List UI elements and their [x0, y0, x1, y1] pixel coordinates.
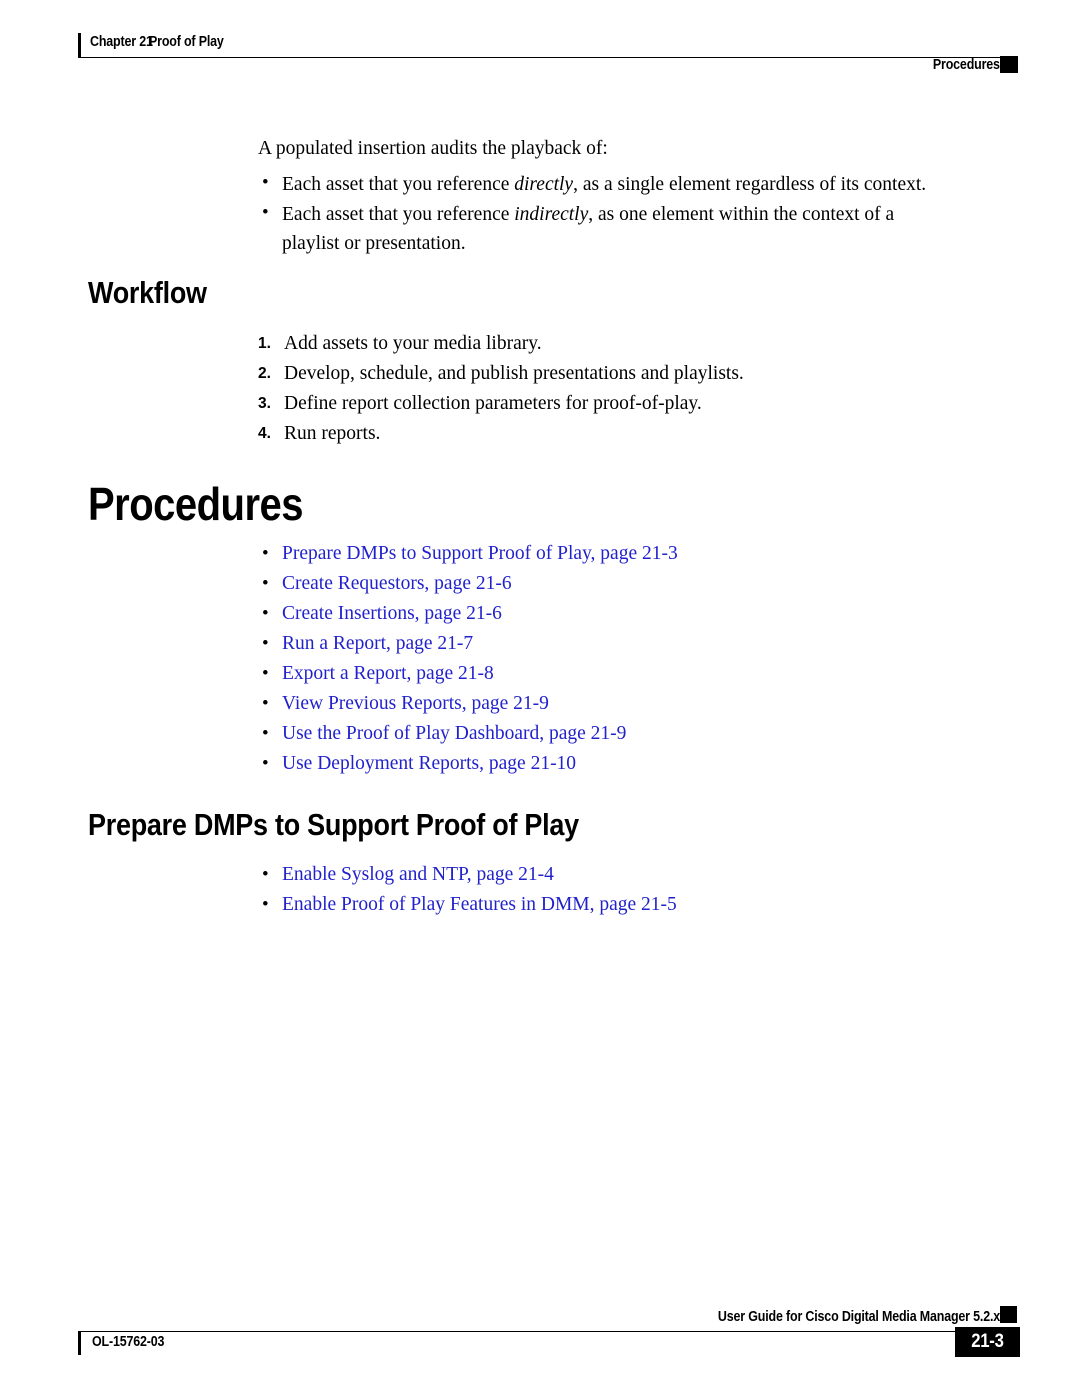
running-header: Chapter 21 Proof of Play Procedures	[0, 0, 1080, 90]
footer-page-number: 21-3	[971, 1331, 1004, 1352]
bullet-icon: •	[262, 723, 269, 744]
bullet-text-emphasis: indirectly	[514, 204, 589, 225]
bullet-icon: •	[262, 633, 269, 654]
step-number: 4.	[258, 425, 271, 442]
header-square-marker-icon	[1000, 56, 1018, 73]
list-item: • Create Insertions, page 21-6	[262, 601, 502, 627]
list-item: 2. Develop, schedule, and publish presen…	[258, 360, 958, 387]
list-item: • Enable Proof of Play Features in DMM, …	[262, 892, 677, 918]
bullet-icon: •	[262, 663, 269, 684]
step-text: Define report collection parameters for …	[284, 393, 702, 414]
xref-link-run-a-report[interactable]: Run a Report, page 21-7	[282, 631, 473, 657]
bullet-icon: •	[262, 202, 269, 223]
footer-rule	[78, 1331, 958, 1332]
bullet-icon: •	[262, 753, 269, 774]
bullet-text: Each asset that you reference directly, …	[282, 170, 926, 199]
header-chapter-title: Proof of Play	[148, 34, 224, 50]
bullet-icon: •	[262, 172, 269, 193]
list-item: • Use Deployment Reports, page 21-10	[262, 751, 576, 777]
list-item: • Run a Report, page 21-7	[262, 631, 473, 657]
document-page: Chapter 21 Proof of Play Procedures A po…	[0, 0, 1080, 1397]
footer-square-marker-icon	[1000, 1306, 1017, 1323]
xref-link-enable-pop-features-dmm[interactable]: Enable Proof of Play Features in DMM, pa…	[282, 892, 677, 918]
list-item: • Enable Syslog and NTP, page 21-4	[262, 862, 554, 888]
list-item: • Use the Proof of Play Dashboard, page …	[262, 721, 626, 747]
list-item: • Each asset that you reference directly…	[262, 170, 962, 199]
step-number: 3.	[258, 395, 271, 412]
list-item: • Each asset that you reference indirect…	[262, 200, 952, 258]
section-heading-prepare-dmps: Prepare DMPs to Support Proof of Play	[88, 807, 579, 842]
header-chapter-number: Chapter 21	[90, 34, 153, 50]
xref-link-use-deployment-reports[interactable]: Use Deployment Reports, page 21-10	[282, 751, 576, 777]
header-rule	[78, 57, 1018, 58]
bullet-icon: •	[262, 543, 269, 564]
section-heading-workflow: Workflow	[88, 275, 207, 310]
bullet-text-emphasis: directly	[514, 174, 574, 195]
bullet-text-prefix: Each asset that you reference	[282, 174, 515, 195]
page-title-procedures: Procedures	[88, 478, 304, 530]
footer-document-id: OL-15762-03	[92, 1334, 165, 1350]
bullet-text: Each asset that you reference indirectly…	[282, 200, 952, 258]
bullet-icon: •	[262, 693, 269, 714]
bullet-icon: •	[262, 864, 269, 885]
bullet-icon: •	[262, 894, 269, 915]
xref-link-create-requestors[interactable]: Create Requestors, page 21-6	[282, 571, 512, 597]
header-section-marker: Procedures	[933, 57, 1000, 73]
list-item: • Prepare DMPs to Support Proof of Play,…	[262, 541, 678, 567]
bullet-icon: •	[262, 603, 269, 624]
footer-tick-mark	[78, 1331, 81, 1355]
xref-link-prepare-dmps[interactable]: Prepare DMPs to Support Proof of Play, p…	[282, 541, 678, 567]
list-item: 1. Add assets to your media library.	[258, 330, 958, 357]
step-number: 2.	[258, 365, 271, 382]
footer-page-number-box: 21-3	[955, 1327, 1020, 1357]
footer-guide-title: User Guide for Cisco Digital Media Manag…	[717, 1309, 1000, 1325]
list-item: 3. Define report collection parameters f…	[258, 390, 958, 417]
step-text: Develop, schedule, and publish presentat…	[284, 363, 744, 384]
list-item: 4. Run reports.	[258, 420, 958, 447]
xref-link-enable-syslog-ntp[interactable]: Enable Syslog and NTP, page 21-4	[282, 862, 554, 888]
step-text: Add assets to your media library.	[284, 333, 542, 354]
step-number: 1.	[258, 335, 271, 352]
bullet-icon: •	[262, 573, 269, 594]
header-chapter-group: Chapter 21 Proof of Play	[78, 34, 236, 50]
xref-link-create-insertions[interactable]: Create Insertions, page 21-6	[282, 601, 502, 627]
bullet-text-suffix: , as a single element regardless of its …	[573, 174, 927, 195]
list-item: • View Previous Reports, page 21-9	[262, 691, 549, 717]
list-item: • Create Requestors, page 21-6	[262, 571, 512, 597]
xref-link-view-previous-reports[interactable]: View Previous Reports, page 21-9	[282, 691, 549, 717]
xref-link-export-a-report[interactable]: Export a Report, page 21-8	[282, 661, 494, 687]
list-item: • Export a Report, page 21-8	[262, 661, 494, 687]
step-text: Run reports.	[284, 423, 381, 444]
xref-link-use-dashboard[interactable]: Use the Proof of Play Dashboard, page 21…	[282, 721, 626, 747]
bullet-text-prefix: Each asset that you reference	[282, 204, 515, 225]
intro-paragraph: A populated insertion audits the playbac…	[258, 138, 608, 159]
